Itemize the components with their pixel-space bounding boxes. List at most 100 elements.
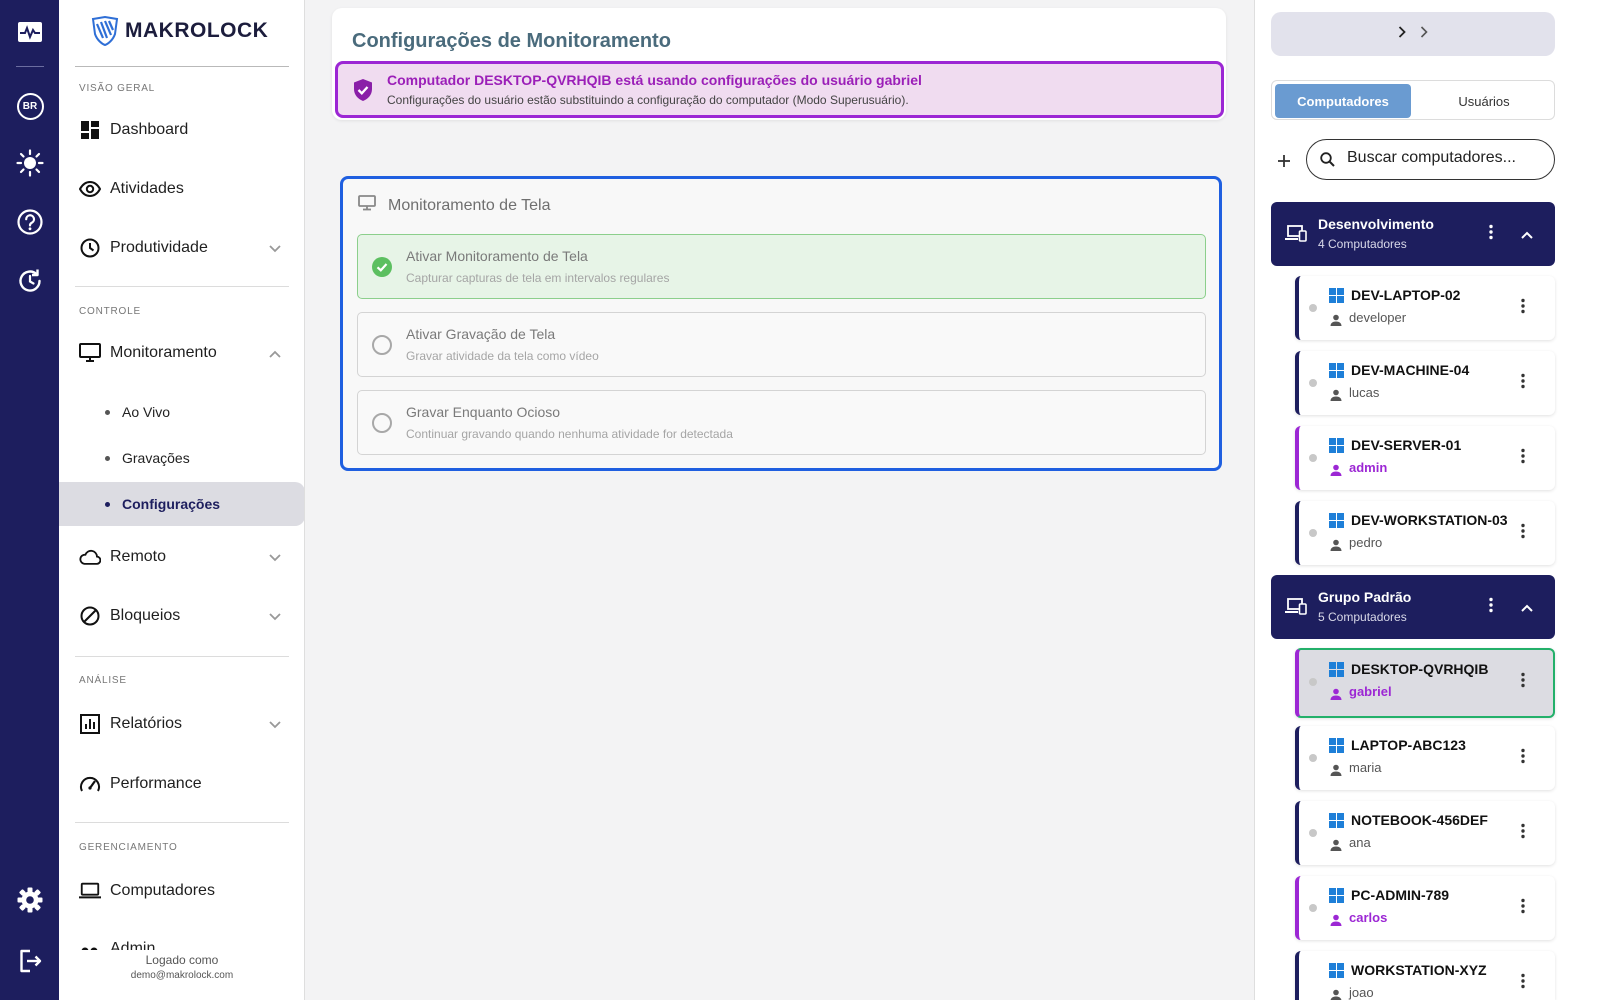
logout-icon[interactable] [14, 945, 46, 977]
panel-collapse-toggle[interactable] [1271, 12, 1555, 56]
icon-rail: BR [0, 0, 59, 1000]
nav-item-productivity[interactable]: Produtividade [59, 224, 304, 272]
monitor-icon [79, 342, 101, 364]
sub-item-settings[interactable]: Configurações [59, 482, 304, 526]
more-vertical-icon[interactable] [1521, 748, 1525, 769]
section-management: GERENCIAMENTO [79, 842, 178, 853]
windows-icon [1329, 662, 1344, 682]
option-description: Gravar atividade da tela como vídeo [406, 349, 599, 363]
computer-item[interactable]: PC-ADMIN-789 carlos [1295, 876, 1555, 940]
nav-item-computers[interactable]: Computadores [59, 867, 304, 915]
more-vertical-icon[interactable] [1521, 448, 1525, 469]
user-icon [1330, 988, 1342, 1000]
computer-name: DESKTOP-QVRHQIB [1351, 661, 1489, 677]
computer-item[interactable]: NOTEBOOK-456DEF ana [1295, 801, 1555, 865]
brand-logo[interactable]: MAKROLOCK [91, 16, 268, 46]
nav-item-blocks[interactable]: Bloqueios [59, 592, 304, 640]
windows-icon [1329, 738, 1344, 758]
dashboard-icon [79, 119, 101, 141]
section-analysis: ANÁLISE [79, 675, 127, 686]
sub-item-live[interactable]: Ao Vivo [59, 390, 304, 434]
option-enable-screen-recording[interactable]: Ativar Gravação de Tela Gravar atividade… [357, 312, 1206, 377]
section-divider [75, 656, 289, 657]
settings-gear-icon[interactable] [14, 884, 46, 916]
banner-subtitle: Configurações do usuário estão substitui… [387, 93, 909, 107]
chevron-down-icon [269, 716, 281, 734]
users-icon [79, 940, 101, 950]
banner-title: Computador DESKTOP-QVRHQIB está usando c… [387, 72, 922, 88]
card-title: Monitoramento de Tela [388, 196, 551, 214]
check-circle-icon [372, 257, 392, 282]
speedometer-icon [79, 773, 101, 795]
search-input[interactable] [1347, 149, 1547, 167]
user-icon [1330, 388, 1342, 406]
sidebar-nav: MAKROLOCK VISÃO GERAL Dashboard Atividad… [59, 0, 305, 1000]
computer-item[interactable]: WORKSTATION-XYZ joao [1295, 951, 1555, 1000]
main-content: Configurações de Monitoramento Computado… [305, 0, 1254, 1000]
computer-user: joao [1349, 985, 1374, 1000]
group-name: Desenvolvimento [1318, 216, 1434, 232]
add-computer-button[interactable] [1277, 148, 1291, 174]
group-header[interactable]: Desenvolvimento 4 Computadores [1271, 202, 1555, 266]
option-enable-screen-monitoring[interactable]: Ativar Monitoramento de Tela Capturar ca… [357, 234, 1206, 299]
chevron-up-icon[interactable] [1521, 226, 1533, 244]
computer-user: admin [1349, 460, 1388, 475]
language-button[interactable]: BR [14, 90, 46, 122]
group-header[interactable]: Grupo Padrão 5 Computadores [1271, 575, 1555, 639]
nav-item-dashboard[interactable]: Dashboard [59, 106, 304, 154]
nav-item-activities[interactable]: Atividades [59, 165, 304, 213]
computer-item[interactable]: DEV-SERVER-01 admin [1295, 426, 1555, 490]
more-vertical-icon[interactable] [1521, 973, 1525, 994]
windows-icon [1329, 363, 1344, 383]
nav-label: Performance [110, 775, 202, 792]
user-icon [1330, 838, 1342, 856]
status-dot [1309, 829, 1317, 837]
status-dot [1309, 904, 1317, 912]
chevron-up-icon[interactable] [1521, 599, 1533, 617]
option-record-while-idle[interactable]: Gravar Enquanto Ocioso Continuar gravand… [357, 390, 1206, 455]
nav-item-monitoring[interactable]: Monitoramento [59, 329, 304, 377]
refresh-history-icon[interactable] [14, 265, 46, 297]
logged-as-label: Logado como [145, 953, 219, 967]
windows-icon [1329, 288, 1344, 308]
nav-item-remote[interactable]: Remoto [59, 533, 304, 581]
computer-name: DEV-LAPTOP-02 [1351, 287, 1461, 303]
group-name: Grupo Padrão [1318, 589, 1412, 605]
nav-item-admin[interactable]: Admin [59, 926, 304, 950]
computer-item-selected[interactable]: DESKTOP-QVRHQIB gabriel [1295, 648, 1555, 718]
shield-check-icon [352, 78, 374, 107]
more-vertical-icon[interactable] [1489, 597, 1493, 618]
tab-users[interactable]: Usuários [1415, 84, 1553, 118]
nav-item-reports[interactable]: Relatórios [59, 700, 304, 748]
chevron-right-icon [1420, 25, 1428, 43]
devices-icon [1285, 224, 1307, 247]
tab-computers[interactable]: Computadores [1275, 84, 1411, 118]
panel-tabs: Computadores Usuários [1271, 80, 1555, 120]
radio-unchecked-icon [372, 335, 392, 355]
computer-item[interactable]: LAPTOP-ABC123 maria [1295, 726, 1555, 790]
nav-item-performance[interactable]: Performance [59, 760, 304, 808]
computers-panel: Computadores Usuários Desenvolvimento 4 … [1254, 0, 1600, 1000]
sub-item-recordings[interactable]: Gravações [59, 436, 304, 480]
help-icon[interactable] [14, 206, 46, 238]
computer-item[interactable]: DEV-WORKSTATION-03 pedro [1295, 501, 1555, 565]
chevron-down-icon [269, 240, 281, 258]
more-vertical-icon[interactable] [1521, 373, 1525, 394]
windows-icon [1329, 813, 1344, 833]
more-vertical-icon[interactable] [1521, 823, 1525, 844]
more-vertical-icon[interactable] [1521, 298, 1525, 319]
logged-user-email: demo@makrolock.com [130, 970, 234, 981]
sun-icon[interactable] [14, 147, 46, 179]
computer-item[interactable]: DEV-LAPTOP-02 developer [1295, 276, 1555, 340]
more-vertical-icon[interactable] [1489, 224, 1493, 245]
more-vertical-icon[interactable] [1521, 523, 1525, 544]
radio-unchecked-icon [372, 413, 392, 433]
computer-item[interactable]: DEV-MACHINE-04 lucas [1295, 351, 1555, 415]
chevron-right-icon [1398, 25, 1406, 43]
more-vertical-icon[interactable] [1521, 672, 1525, 693]
sub-item-label: Configurações [122, 496, 221, 512]
activity-pulse-icon[interactable] [14, 16, 46, 48]
more-vertical-icon[interactable] [1521, 898, 1525, 919]
computer-user: pedro [1349, 535, 1383, 550]
section-divider [75, 822, 289, 823]
